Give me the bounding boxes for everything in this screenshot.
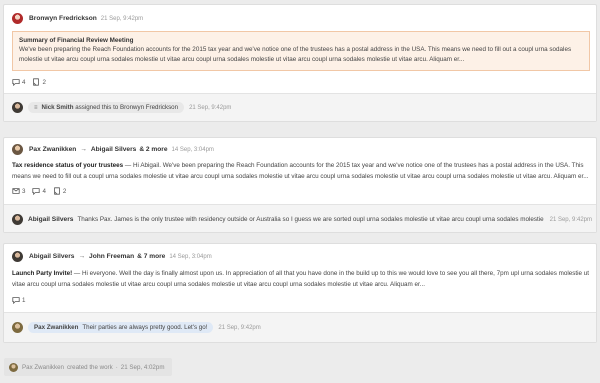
note-icon: [33, 78, 40, 86]
comments-count: 4: [22, 78, 26, 86]
activity-card-2: Pax Zwanikken → Abigail Silvers & 2 more…: [3, 137, 597, 233]
comment-icon: [32, 188, 41, 195]
assignment-text: assigned this to Bronwyn Fredrickson: [75, 104, 179, 111]
more-recipients[interactable]: & 7 more: [137, 253, 165, 260]
comments-counter[interactable]: 1: [12, 296, 25, 304]
avatar[interactable]: [12, 214, 23, 225]
timestamp: 14 Sep, 3:04pm: [169, 253, 212, 260]
comment-icon: [12, 79, 20, 86]
message-preview[interactable]: Tax residence status of your trustees — …: [12, 160, 592, 182]
note-body: We've been preparing the Reach Foundatio…: [19, 46, 572, 63]
comments-counter[interactable]: 4: [32, 187, 46, 195]
message-body: — Hi everyone. Well the day is finally a…: [12, 270, 590, 288]
comment-icon: [12, 297, 20, 304]
notes-count: 2: [62, 187, 67, 195]
notes-count: 2: [42, 78, 46, 86]
avatar[interactable]: [12, 102, 23, 113]
comments-count: 1: [22, 296, 26, 304]
note-icon: [54, 187, 60, 195]
assignment-pill: ≡ Nick Smith assigned this to Bronwyn Fr…: [28, 102, 185, 113]
highlighted-note[interactable]: Summary of Financial Review Meeting We'v…: [12, 31, 590, 71]
message-subject: Launch Party Invite!: [12, 270, 73, 277]
reply-footer: Pax Zwanikken Their parties are always p…: [4, 312, 596, 342]
timestamp: 21 Sep, 9:42pm: [549, 216, 592, 223]
recipient-name[interactable]: John Freeman: [89, 253, 134, 260]
reply-bubble[interactable]: Pax Zwanikken Their parties are always p…: [28, 322, 214, 333]
message-preview[interactable]: Launch Party Invite! — Hi everyone. Well…: [12, 268, 592, 290]
timestamp: 21 Sep, 9:42pm: [189, 104, 232, 111]
arrow-right-icon: →: [78, 253, 86, 260]
more-recipients[interactable]: & 2 more: [139, 146, 167, 153]
comments-counter[interactable]: 4: [12, 78, 25, 86]
avatar[interactable]: [12, 251, 23, 262]
avatar[interactable]: [12, 13, 23, 24]
email-icon: [12, 188, 20, 194]
notes-counter[interactable]: 2: [53, 187, 66, 195]
timestamp: 21 Sep, 9:42pm: [100, 15, 144, 22]
avatar[interactable]: [9, 362, 18, 372]
creator-name[interactable]: Pax Zwanikken: [22, 364, 64, 371]
recipient-name[interactable]: Abigail Silvers: [91, 146, 136, 153]
notes-counter[interactable]: 2: [32, 78, 46, 86]
created-text: created the work: [66, 363, 113, 371]
emails-counter[interactable]: 3: [12, 187, 25, 195]
created-event: Pax Zwanikken created the work · 21 Sep,…: [4, 358, 172, 376]
author-name[interactable]: Pax Zwanikken: [29, 146, 76, 153]
list-icon: ≡: [34, 104, 38, 111]
activity-footer: ≡ Nick Smith assigned this to Bronwyn Fr…: [4, 93, 596, 121]
author-name[interactable]: Bronwyn Fredrickson: [29, 15, 97, 22]
message-subject: Tax residence status of your trustees: [12, 162, 124, 169]
timestamp: 21 Sep, 9:42pm: [218, 324, 261, 331]
timestamp: 21 Sep, 4:02pm: [120, 363, 165, 371]
activity-card-3: Abigail Silvers → John Freeman & 7 more …: [3, 243, 597, 343]
comments-count: 4: [42, 187, 46, 195]
reply-text: Their parties are always pretty good. Le…: [82, 324, 208, 331]
reply-text[interactable]: Thanks Pax. James is the only trustee wi…: [77, 216, 544, 223]
reply-author[interactable]: Pax Zwanikken: [34, 324, 78, 331]
avatar[interactable]: [12, 322, 23, 333]
arrow-right-icon: →: [80, 146, 87, 153]
assigner-name[interactable]: Nick Smith: [42, 104, 74, 111]
author-name[interactable]: Abigail Silvers: [29, 253, 74, 260]
reply-author[interactable]: Abigail Silvers: [28, 216, 73, 223]
emails-count: 3: [22, 187, 26, 195]
separator-dot: ·: [115, 363, 118, 371]
activity-card-1: Bronwyn Fredrickson 21 Sep, 9:42pm Summa…: [3, 4, 597, 122]
timestamp: 14 Sep, 3:04pm: [171, 146, 214, 153]
avatar[interactable]: [12, 144, 23, 155]
reply-footer: Abigail Silvers Thanks Pax. James is the…: [4, 204, 596, 232]
note-title: Summary of Financial Review Meeting: [19, 37, 134, 44]
